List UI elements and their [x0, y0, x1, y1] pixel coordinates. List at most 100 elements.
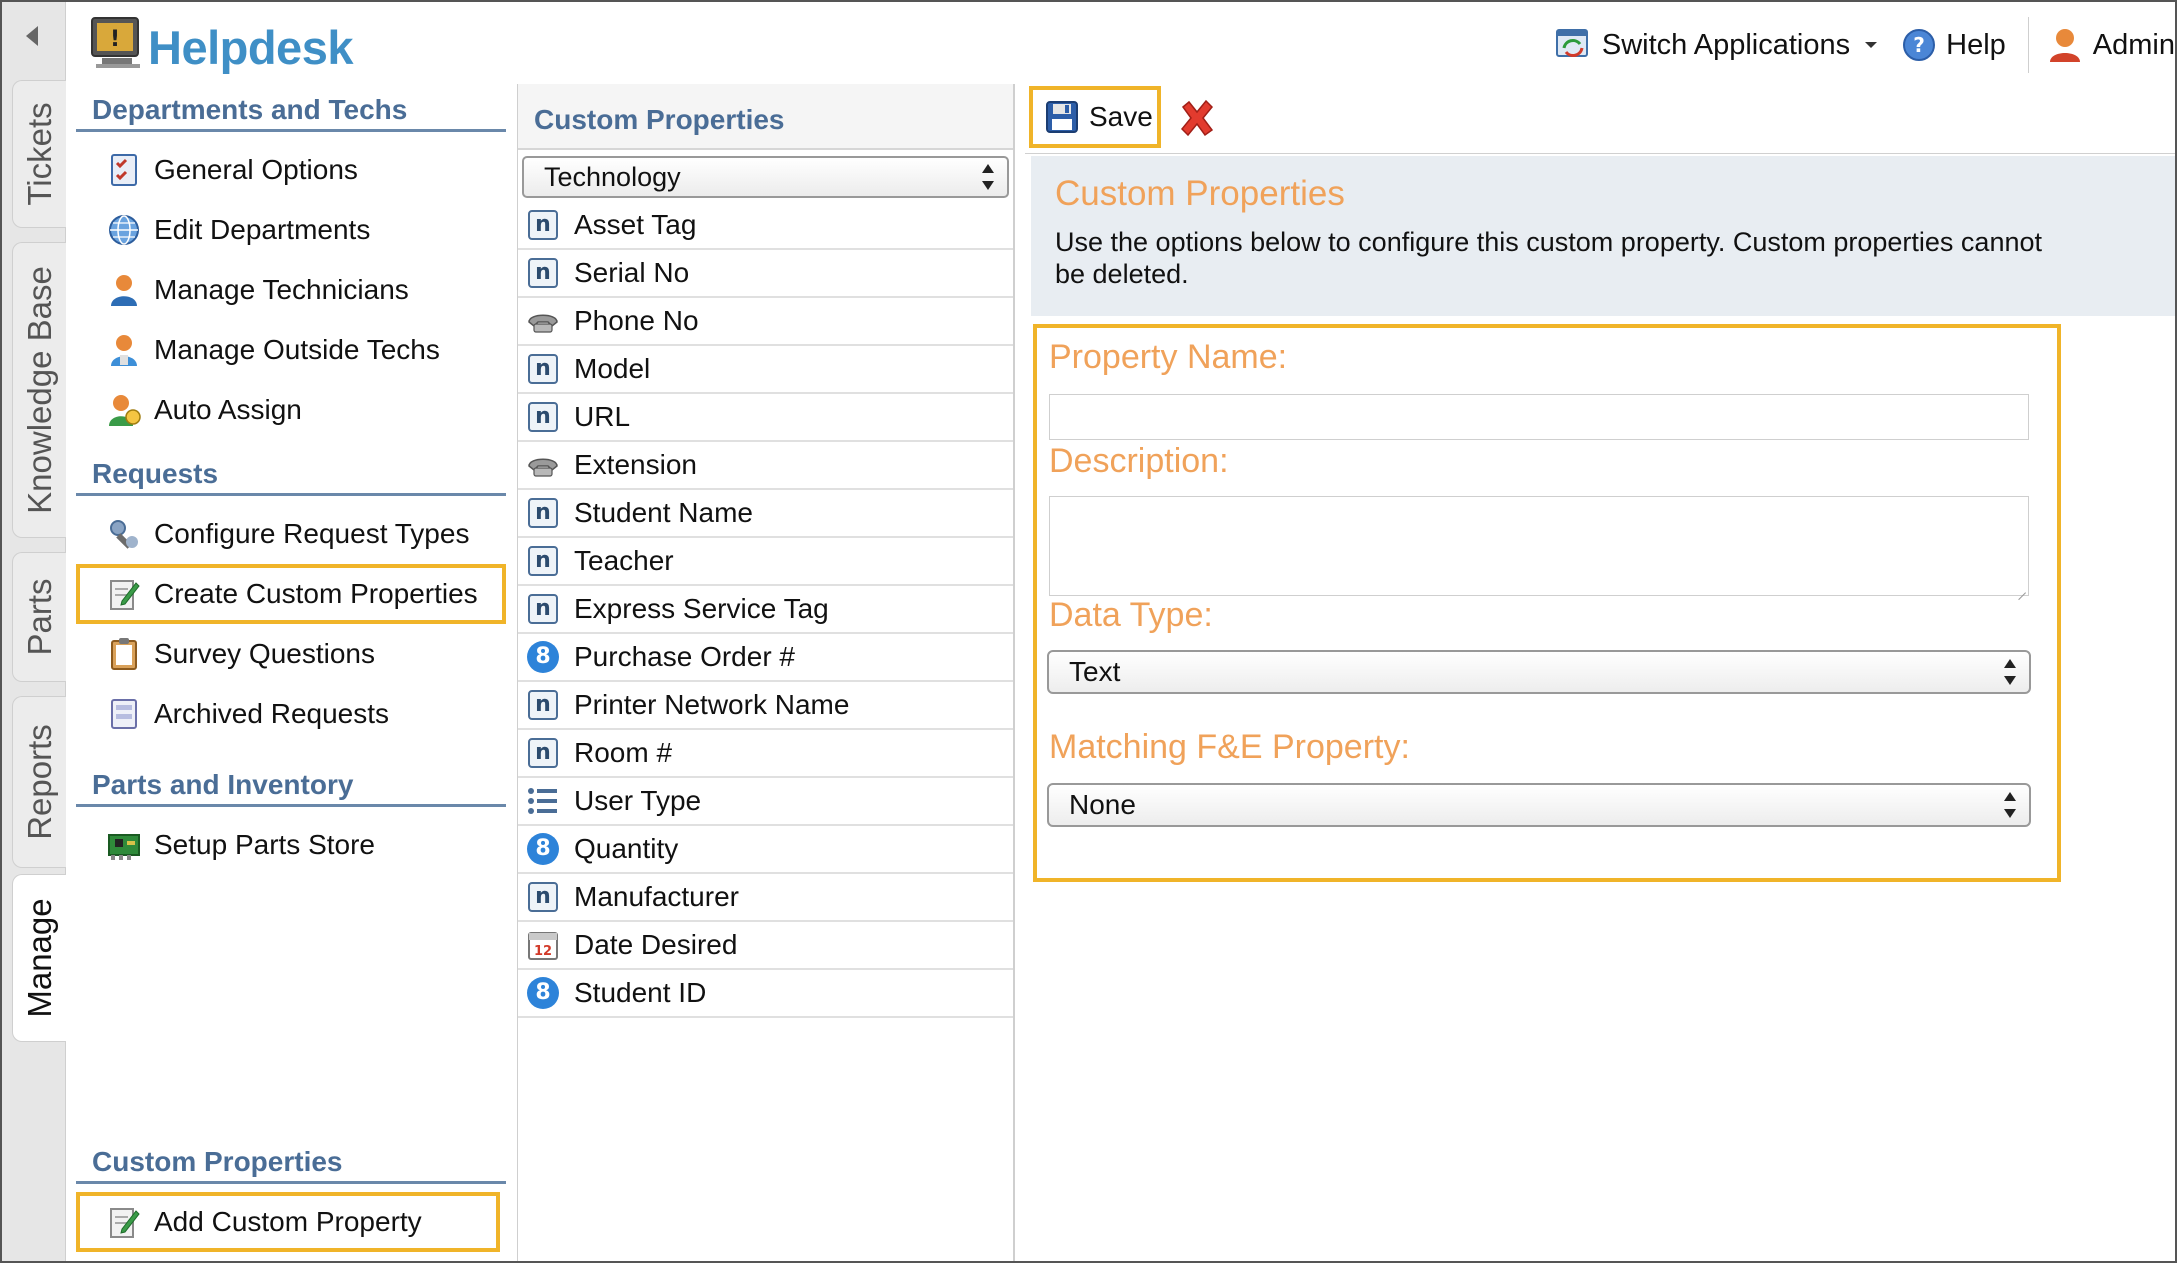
info-title: Custom Properties: [1055, 174, 1345, 213]
phone-icon: [526, 448, 560, 482]
list-item[interactable]: n Asset Tag: [518, 202, 1013, 250]
switch-apps-label: Switch Applications: [1601, 28, 1851, 61]
panel-title: Custom Properties: [518, 84, 1013, 150]
user-avatar-icon: [2049, 29, 2080, 62]
list-item[interactable]: n Printer Network Name: [518, 682, 1013, 730]
list-item[interactable]: n Serial No: [518, 250, 1013, 298]
list-item[interactable]: n Teacher: [518, 538, 1013, 586]
nav-item-setup-parts-store[interactable]: Setup Parts Store: [76, 815, 506, 875]
svg-text:?: ?: [1913, 33, 1925, 57]
tab-tickets[interactable]: Tickets: [12, 80, 66, 228]
list-item[interactable]: n Room #: [518, 730, 1013, 778]
text-n-icon: n: [526, 592, 560, 626]
user-menu[interactable]: Admin: [2047, 26, 2175, 64]
switch-apps-icon: [1555, 29, 1588, 57]
tab-knowledge-base[interactable]: Knowledge Base: [12, 242, 66, 538]
number-8-icon: 8: [526, 640, 560, 674]
tab-reports[interactable]: Reports: [12, 696, 66, 868]
nav-item-label: Configure Request Types: [154, 518, 470, 549]
data-type-value: Text: [1069, 656, 1121, 687]
save-button[interactable]: Save: [1029, 86, 1161, 148]
property-name: Asset Tag: [574, 209, 697, 240]
property-name: Student Name: [574, 497, 753, 528]
text-n-icon: n: [526, 256, 560, 290]
helpdesk-logo-icon: !: [91, 17, 140, 68]
property-name: Printer Network Name: [574, 689, 850, 720]
app-title: Helpdesk: [148, 21, 353, 74]
edit-form-icon: [106, 1204, 142, 1240]
auto-assign-icon: [106, 392, 142, 428]
tab-label: Tickets: [20, 102, 58, 206]
list-item[interactable]: n Express Service Tag: [518, 586, 1013, 634]
vertical-tab-rail: Tickets Knowledge Base Parts Reports Man…: [2, 2, 66, 1261]
property-name-label: Property Name:: [1049, 338, 1288, 376]
nav-item-label: Manage Technicians: [154, 274, 409, 305]
nav-item-manage-technicians[interactable]: Manage Technicians: [76, 260, 506, 320]
list-item[interactable]: User Type: [518, 778, 1013, 826]
property-name: Quantity: [574, 833, 679, 864]
nav-item-label: Auto Assign: [154, 394, 302, 425]
edit-form-icon: [106, 576, 142, 612]
nav-item-label: Create Custom Properties: [154, 578, 478, 609]
property-form: Property Name: Description: Data Type: T…: [1033, 324, 2061, 882]
text-n-icon: n: [526, 208, 560, 242]
description-textarea[interactable]: [1049, 496, 2029, 596]
list-item[interactable]: 8 Purchase Order #: [518, 634, 1013, 682]
property-name: Date Desired: [574, 929, 738, 960]
list-item[interactable]: 8 Student ID: [518, 970, 1013, 1018]
nav-item-manage-outside-techs[interactable]: Manage Outside Techs: [76, 320, 506, 380]
help-icon: ?: [1903, 29, 1936, 61]
list-item[interactable]: n Manufacturer: [518, 874, 1013, 922]
left-navigation: Departments and Techs General Options Ed…: [76, 84, 508, 1261]
property-name-input[interactable]: [1049, 394, 2029, 440]
list-item[interactable]: 8 Quantity: [518, 826, 1013, 874]
list-item[interactable]: Phone No: [518, 298, 1013, 346]
property-name: Purchase Order #: [574, 641, 795, 672]
archive-icon: [106, 696, 142, 732]
nav-item-configure-request-types[interactable]: Configure Request Types: [76, 504, 506, 564]
property-name: URL: [574, 401, 631, 432]
property-name: User Type: [574, 785, 702, 816]
list-item[interactable]: n Model: [518, 346, 1013, 394]
help-label: Help: [1946, 28, 2006, 61]
custom-properties-list-panel: Custom Properties Technology n Asset Tag n…: [517, 84, 1015, 1261]
nav-item-edit-departments[interactable]: Edit Departments: [76, 200, 506, 260]
select-arrows-icon: [981, 164, 995, 190]
nav-item-label: Edit Departments: [154, 214, 371, 245]
collapse-arrow-icon[interactable]: [26, 26, 38, 46]
checklist-icon: [106, 152, 142, 188]
matching-property-select[interactable]: None: [1047, 783, 2031, 827]
nav-item-create-custom-properties[interactable]: Create Custom Properties: [76, 564, 506, 624]
data-type-label: Data Type:: [1049, 596, 1213, 634]
resize-grip-icon[interactable]: [2016, 583, 2026, 593]
list-item[interactable]: Extension: [518, 442, 1013, 490]
text-n-icon: n: [526, 400, 560, 434]
help-link[interactable]: ? Help: [1902, 28, 2006, 62]
circuit-board-icon: [106, 827, 142, 863]
toolbar: Save: [1025, 84, 2175, 154]
nav-item-archived-requests[interactable]: Archived Requests: [76, 684, 506, 744]
property-name: Model: [574, 353, 651, 384]
data-type-select[interactable]: Text: [1047, 650, 2031, 694]
tab-label: Knowledge Base: [20, 266, 58, 514]
nav-item-general-options[interactable]: General Options: [76, 140, 506, 200]
tab-parts[interactable]: Parts: [12, 552, 66, 682]
switch-applications-menu[interactable]: Switch Applications: [1554, 26, 1880, 64]
nav-item-auto-assign[interactable]: Auto Assign: [76, 380, 506, 440]
text-n-icon: n: [526, 880, 560, 914]
nav-item-add-custom-property[interactable]: Add Custom Property: [76, 1192, 500, 1252]
property-name: Express Service Tag: [574, 593, 829, 624]
svg-text:12: 12: [534, 944, 552, 959]
text-n-icon: n: [526, 736, 560, 770]
list-item[interactable]: 12 Date Desired: [518, 922, 1013, 970]
outside-tech-icon: [106, 332, 142, 368]
technician-icon: [106, 272, 142, 308]
list-item[interactable]: n URL: [518, 394, 1013, 442]
nav-heading: Custom Properties: [76, 1140, 506, 1184]
tab-manage[interactable]: Manage: [12, 874, 66, 1042]
category-select[interactable]: Technology: [522, 156, 1009, 198]
nav-item-survey-questions[interactable]: Survey Questions: [76, 624, 506, 684]
list-item[interactable]: n Student Name: [518, 490, 1013, 538]
text-n-icon: n: [526, 496, 560, 530]
cancel-x-icon[interactable]: [1177, 98, 1217, 138]
